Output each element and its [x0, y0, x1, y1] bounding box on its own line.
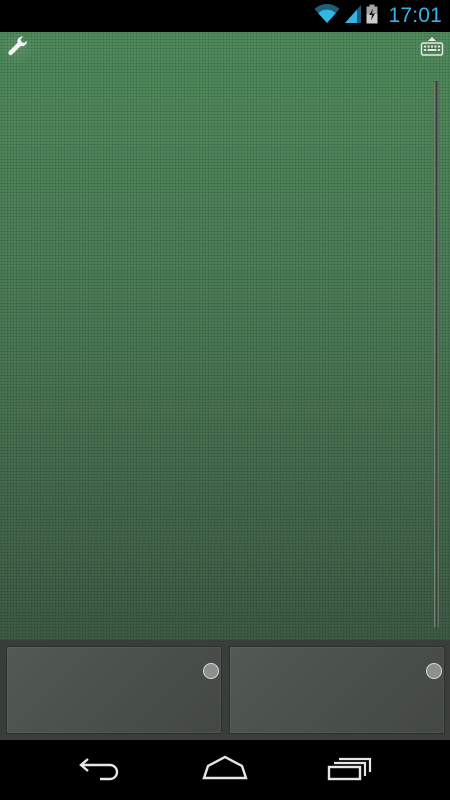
recents-button[interactable]: [320, 752, 380, 788]
scroll-strip[interactable]: [434, 81, 439, 629]
keyboard-icon: [420, 35, 444, 61]
back-icon: [78, 755, 122, 785]
home-button[interactable]: [195, 752, 255, 788]
status-time: 17:01: [388, 4, 442, 27]
wrench-icon: [7, 35, 29, 61]
recents-icon: [327, 755, 373, 785]
wifi-icon: [314, 3, 340, 28]
touchpad-area[interactable]: [0, 32, 450, 640]
navigation-bar: [0, 740, 450, 800]
right-click-button[interactable]: [229, 646, 445, 734]
left-click-button[interactable]: [6, 646, 222, 734]
settings-button[interactable]: [0, 32, 36, 64]
status-bar: 17:01: [0, 0, 450, 32]
right-button-indicator-icon: [426, 663, 442, 679]
signal-icon: [344, 4, 362, 28]
screen: 17:01: [0, 0, 450, 800]
back-button[interactable]: [70, 752, 130, 788]
mouse-buttons-area: [0, 640, 450, 740]
left-button-indicator-icon: [203, 663, 219, 679]
keyboard-button[interactable]: [414, 32, 450, 64]
status-icons: 17:01: [314, 0, 442, 32]
home-icon: [201, 755, 249, 785]
battery-charging-icon: [366, 4, 378, 28]
